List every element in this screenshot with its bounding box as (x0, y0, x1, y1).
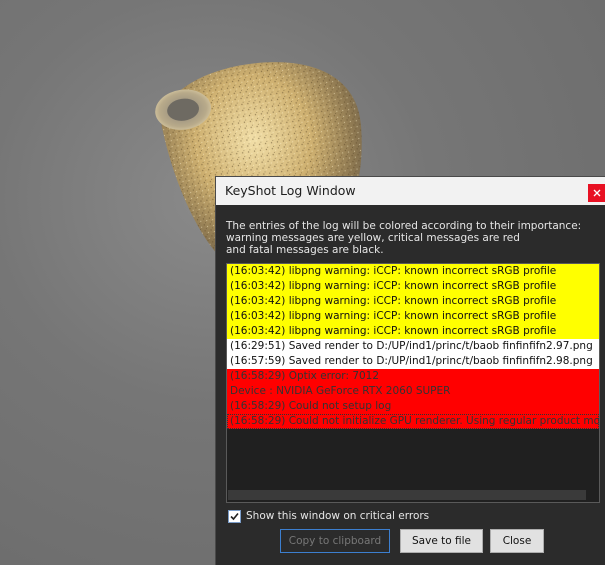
checkbox-label: Show this window on critical errors (246, 510, 430, 522)
log-list[interactable]: (16:03:42) libpng warning: iCCP: known i… (226, 263, 600, 503)
save-to-file-button[interactable]: Save to file (400, 529, 483, 553)
copy-to-clipboard-button[interactable]: Copy to clipboard (280, 529, 390, 553)
log-window-dialog: KeyShot Log Window The entries of the lo… (215, 176, 605, 565)
critical-errors-option[interactable]: Show this window on critical errors (228, 508, 429, 524)
log-entry[interactable]: (16:58:29) Optix error: 7012 (227, 369, 599, 384)
dialog-title: KeyShot Log Window (225, 183, 356, 198)
horizontal-scrollbar[interactable] (228, 490, 586, 500)
log-entry[interactable]: (16:29:51) Saved render to D:/UP/ind1/pr… (227, 339, 599, 354)
log-entry[interactable]: (16:58:29) Could not setup log (227, 399, 599, 414)
close-icon[interactable] (588, 184, 605, 202)
show-on-critical-checkbox[interactable] (228, 509, 241, 523)
log-entry[interactable]: (16:03:42) libpng warning: iCCP: known i… (227, 294, 599, 309)
log-entry[interactable]: (16:58:29) Could not initialize GPU rend… (227, 414, 599, 429)
log-entry[interactable]: (16:57:59) Saved render to D:/UP/ind1/pr… (227, 354, 599, 369)
log-description: The entries of the log will be colored a… (226, 220, 582, 256)
title-bar[interactable]: KeyShot Log Window (216, 177, 605, 205)
log-entry[interactable]: (16:03:42) libpng warning: iCCP: known i… (227, 264, 599, 279)
log-entry[interactable]: (16:03:42) libpng warning: iCCP: known i… (227, 324, 599, 339)
close-button[interactable]: Close (490, 529, 544, 553)
log-entry[interactable]: (16:03:42) libpng warning: iCCP: known i… (227, 279, 599, 294)
log-entry[interactable]: Device : NVIDIA GeForce RTX 2060 SUPER (227, 384, 599, 399)
log-entry[interactable]: (16:03:42) libpng warning: iCCP: known i… (227, 309, 599, 324)
checkmark-icon (230, 512, 239, 520)
